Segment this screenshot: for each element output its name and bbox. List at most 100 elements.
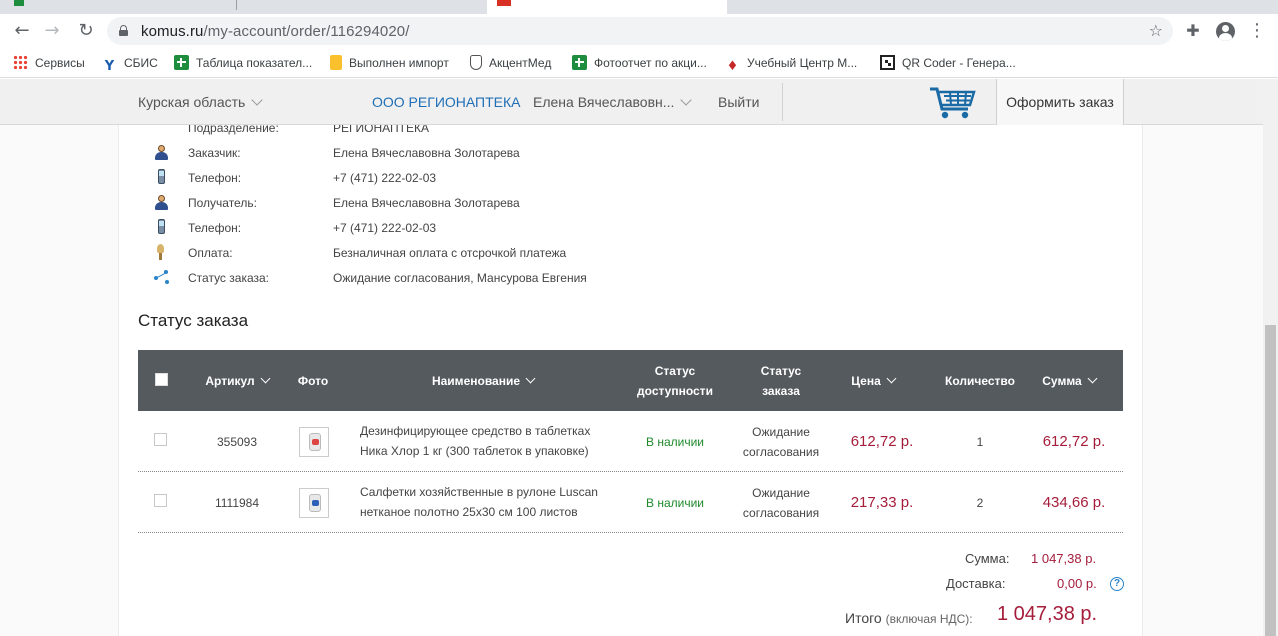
google-sheets-icon <box>572 55 587 70</box>
note-icon <box>330 55 342 70</box>
info-label: Статус заказа: <box>188 271 270 285</box>
bookmark-services[interactable]: Сервисы <box>13 54 85 72</box>
region-selector[interactable]: Курская область <box>138 94 263 110</box>
url-text[interactable]: komus.ru/my-account/order/116294020/ <box>141 23 409 40</box>
user-menu[interactable]: Елена Вячеславовн... <box>533 94 693 110</box>
chevron-down-icon <box>886 373 897 384</box>
sort-sum[interactable]: Сумма <box>1034 350 1104 411</box>
graduation-cap-icon: ♦ <box>726 59 739 74</box>
status-line: согласования <box>742 444 820 459</box>
header-label: Статус <box>654 363 696 378</box>
sort-article[interactable]: Артикул <box>200 350 274 411</box>
product-name-line: нетканое полотно 25х30 см 100 листов <box>360 505 578 519</box>
logout-link[interactable]: Выйти <box>718 94 759 110</box>
product-name-link[interactable]: Дезинфицирующее средство в таблетках Ника… <box>360 421 620 461</box>
bookmark-qr-coder[interactable]: QR Coder - Генера... <box>880 54 1016 72</box>
sum-cell: 434,66 р. <box>1042 493 1106 511</box>
bookmark-star-icon[interactable]: ☆ <box>1149 21 1163 40</box>
help-icon[interactable]: ? <box>1110 577 1124 591</box>
product-thumbnail[interactable] <box>299 427 329 457</box>
bookmark-akcentmed[interactable]: АкцентМед <box>470 54 551 72</box>
vat-note: (включая НДС): <box>885 612 973 626</box>
bookmark-import[interactable]: Выполнен импорт <box>330 54 449 72</box>
checkout-button[interactable]: Оформить заказ <box>996 79 1124 125</box>
product-name-link[interactable]: Салфетки хозяйственные в рулоне Luscan не… <box>360 482 620 522</box>
profile-avatar-icon[interactable] <box>1216 22 1235 41</box>
active-tab[interactable] <box>487 0 727 14</box>
row-checkbox[interactable] <box>154 433 167 446</box>
sort-name[interactable]: Наименование <box>418 350 548 411</box>
url-path: /my-account/order/116294020/ <box>203 23 410 40</box>
info-value: Елена Вячеславовна Золотарева <box>333 146 520 160</box>
product-name-line: Дезинфицирующее средство в таблетках <box>360 424 591 438</box>
shopping-cart-icon[interactable] <box>928 83 976 121</box>
region-label: Курская область <box>138 94 246 110</box>
info-value: Ожидание согласования, Мансурова Евгения <box>333 271 587 285</box>
price-cell: 612,72 р. <box>850 432 914 450</box>
bookmark-label: АкцентМед <box>489 56 552 70</box>
header-label: Статус <box>760 363 802 378</box>
sum-value: 1 047,38 р. <box>1031 551 1097 566</box>
extensions-puzzle-icon[interactable]: ✚ <box>1181 19 1205 43</box>
order-content: Подразделение: РЕГИОНАПТЕКА Заказчик: Ел… <box>118 125 1143 636</box>
header-photo: Фото <box>297 373 329 388</box>
status-line: согласования <box>742 505 820 520</box>
bookmarks-bar: Сервисы Y СБИС Таблица показател... Выпол… <box>0 48 1278 78</box>
back-arrow-icon[interactable]: ← <box>8 17 36 45</box>
page-margin-right <box>1143 125 1263 636</box>
browser-toolbar: ← → ↻ komus.ru/my-account/order/11629402… <box>0 14 1278 48</box>
header-quantity: Количество <box>945 373 1015 388</box>
info-label: Получатель: <box>188 196 257 210</box>
chevron-down-icon <box>1087 373 1098 384</box>
apps-grid-icon <box>13 55 28 70</box>
section-title: Статус заказа <box>138 311 249 330</box>
product-thumbnail[interactable] <box>299 488 329 518</box>
user-name: Елена Вячеславовн... <box>533 94 675 110</box>
info-label: Оплата: <box>188 246 233 260</box>
table-row: 1111984 Салфетки хозяйственные в рулоне … <box>138 472 1123 533</box>
grand-total-value: 1 047,38 р. <box>997 603 1098 625</box>
order-table-header: Артикул Фото Наименование Статус доступно… <box>138 350 1123 411</box>
chevron-down-icon <box>680 94 693 106</box>
info-value: +7 (471) 222-02-03 <box>333 171 437 185</box>
bookmark-sbis[interactable]: Y СБИС <box>102 54 158 74</box>
person-icon <box>153 194 169 210</box>
quantity-cell: 1 <box>976 434 984 449</box>
select-all-checkbox[interactable] <box>155 373 168 386</box>
bookmark-photo-report[interactable]: Фотоотчет по акци... <box>572 54 707 72</box>
reload-icon[interactable]: ↻ <box>72 17 100 45</box>
product-name-line: Ника Хлор 1 кг (300 таблеток в упаковке) <box>360 444 589 458</box>
lock-icon[interactable] <box>119 25 128 36</box>
address-bar[interactable]: komus.ru/my-account/order/116294020/ ☆ <box>107 17 1173 45</box>
scrollbar-thumb[interactable] <box>1265 325 1276 636</box>
person-icon <box>153 144 169 160</box>
tab-partial-left[interactable] <box>14 0 26 14</box>
bookmark-label: Сервисы <box>35 56 85 70</box>
bookmark-label: Таблица показател... <box>196 56 313 70</box>
chevron-down-icon <box>260 373 271 384</box>
company-link[interactable]: ООО РЕГИОНАПТЕКА <box>372 94 521 110</box>
phone-icon <box>153 169 169 185</box>
header-label: заказа <box>762 383 800 398</box>
header-label: доступности <box>637 383 713 398</box>
bookmark-table[interactable]: Таблица показател... <box>174 54 312 72</box>
forward-arrow-icon[interactable]: → <box>38 17 66 45</box>
bookmark-training-center[interactable]: ♦ Учебный Центр М... <box>725 54 858 74</box>
sbis-icon: Y <box>104 59 115 74</box>
header-label: Наименование <box>431 373 521 388</box>
bookmark-label: Фотоотчет по акци... <box>594 56 707 70</box>
chevron-down-icon <box>251 94 263 106</box>
browser-tab-strip <box>0 0 1278 14</box>
info-value: Безналичная оплата с отсрочкой платежа <box>333 246 567 260</box>
site-header: Курская область ООО РЕГИОНАПТЕКА Елена В… <box>0 79 1278 125</box>
page-scrollbar[interactable] <box>1263 79 1278 636</box>
browser-menu-icon[interactable]: ⋮ <box>1245 19 1269 43</box>
article-cell: 1111984 <box>214 495 260 510</box>
header-availability: Статус доступности <box>630 350 720 411</box>
sort-price[interactable]: Цена <box>836 350 910 411</box>
row-checkbox[interactable] <box>154 494 167 507</box>
info-value: +7 (471) 222-02-03 <box>333 221 437 235</box>
table-row: 355093 Дезинфицирующее средство в таблет… <box>138 411 1123 472</box>
komus-favicon-icon <box>497 0 511 6</box>
page-margin-left <box>0 125 118 636</box>
